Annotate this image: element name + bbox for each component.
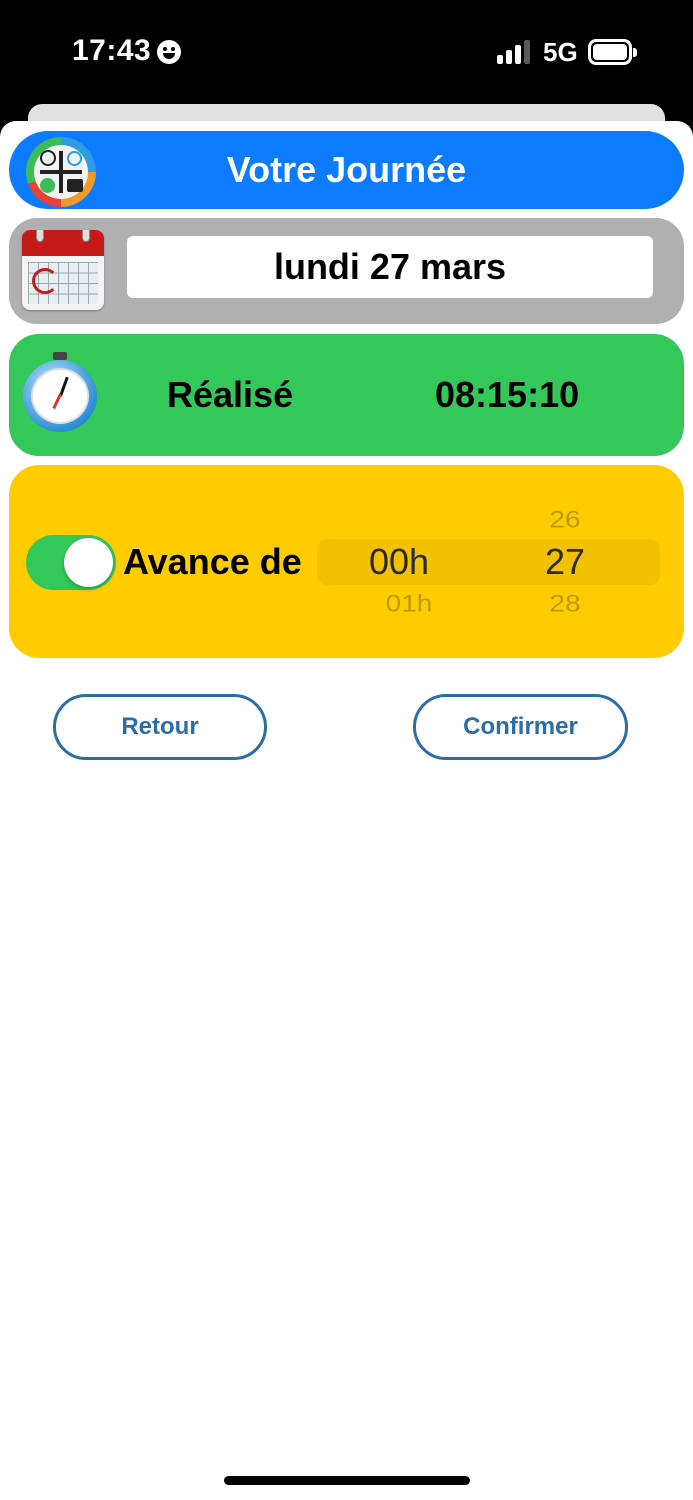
realise-row: Réalisé 08:15:10 xyxy=(9,334,684,456)
page-title: Votre Journée xyxy=(226,149,467,190)
realise-value: 08:15:10 xyxy=(435,374,580,415)
confirm-button[interactable]: Confirmer xyxy=(413,694,628,760)
realise-label: Réalisé xyxy=(167,374,294,415)
smiley-icon xyxy=(157,40,181,64)
home-indicator xyxy=(224,1476,470,1485)
back-button[interactable]: Retour xyxy=(53,694,267,760)
picker-minute-next[interactable]: 28 xyxy=(525,590,605,619)
avance-row: Avance de 00h 01h 26 27 28 xyxy=(9,465,684,658)
picker-minute-prev[interactable]: 26 xyxy=(525,506,605,535)
picker-minute-selected[interactable]: 27 xyxy=(525,539,605,585)
status-time: 17:43 xyxy=(72,34,152,67)
picker-hour-selected[interactable]: 00h xyxy=(339,539,459,585)
battery-icon xyxy=(588,39,637,65)
avance-toggle[interactable] xyxy=(26,535,116,590)
network-label: 5G xyxy=(543,37,578,67)
signal-icon xyxy=(497,40,533,64)
date-field[interactable]: lundi 27 mars xyxy=(127,236,653,298)
avance-label: Avance de xyxy=(123,541,302,582)
calendar-icon[interactable] xyxy=(22,230,104,310)
modal-sheet xyxy=(0,121,693,1500)
date-row: lundi 27 mars xyxy=(9,218,684,324)
status-bar: 17:43 5G xyxy=(0,0,693,104)
toggle-knob xyxy=(64,538,113,587)
picker-hour-next[interactable]: 01h xyxy=(359,590,459,619)
header-bar: Votre Journée xyxy=(9,131,684,209)
stopwatch-icon xyxy=(23,352,97,432)
